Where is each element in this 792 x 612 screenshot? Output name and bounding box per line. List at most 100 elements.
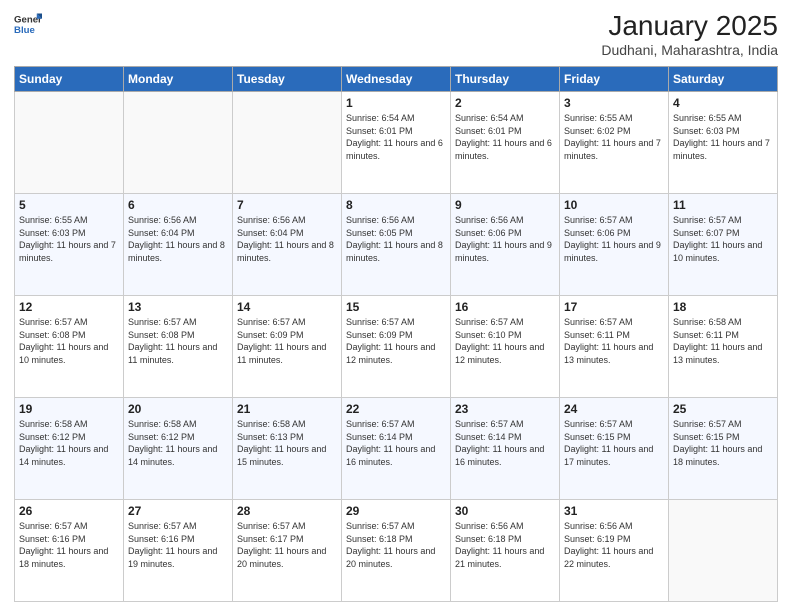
day-info: Sunrise: 6:54 AM Sunset: 6:01 PM Dayligh… [346, 112, 446, 162]
day-cell: 5 Sunrise: 6:55 AM Sunset: 6:03 PM Daylig… [15, 194, 124, 296]
day-number: 17 [564, 300, 664, 314]
day-cell: 21 Sunrise: 6:58 AM Sunset: 6:13 PM Dayli… [233, 398, 342, 500]
day-number: 3 [564, 96, 664, 110]
day-info: Sunrise: 6:57 AM Sunset: 6:16 PM Dayligh… [19, 520, 119, 570]
day-cell: 4 Sunrise: 6:55 AM Sunset: 6:03 PM Daylig… [669, 92, 778, 194]
header: General Blue January 2025 Dudhani, Mahar… [14, 10, 778, 58]
day-header-wednesday: Wednesday [342, 67, 451, 92]
day-number: 21 [237, 402, 337, 416]
day-info: Sunrise: 6:57 AM Sunset: 6:14 PM Dayligh… [346, 418, 446, 468]
week-row-1: 5 Sunrise: 6:55 AM Sunset: 6:03 PM Daylig… [15, 194, 778, 296]
header-row: SundayMondayTuesdayWednesdayThursdayFrid… [15, 67, 778, 92]
day-cell: 25 Sunrise: 6:57 AM Sunset: 6:15 PM Dayli… [669, 398, 778, 500]
day-number: 19 [19, 402, 119, 416]
calendar-subtitle: Dudhani, Maharashtra, India [601, 42, 778, 58]
day-info: Sunrise: 6:57 AM Sunset: 6:07 PM Dayligh… [673, 214, 773, 264]
day-number: 8 [346, 198, 446, 212]
day-info: Sunrise: 6:57 AM Sunset: 6:10 PM Dayligh… [455, 316, 555, 366]
day-cell: 9Sunrise: 6:56 AM Sunset: 6:06 PM Daylig… [451, 194, 560, 296]
day-info: Sunrise: 6:56 AM Sunset: 6:18 PM Dayligh… [455, 520, 555, 570]
day-number: 7 [237, 198, 337, 212]
day-number: 26 [19, 504, 119, 518]
day-number: 16 [455, 300, 555, 314]
day-cell: 29Sunrise: 6:57 AM Sunset: 6:18 PM Dayli… [342, 500, 451, 602]
day-number: 22 [346, 402, 446, 416]
calendar-table: SundayMondayTuesdayWednesdayThursdayFrid… [14, 66, 778, 602]
day-cell: 14 Sunrise: 6:57 AM Sunset: 6:09 PM Dayli… [233, 296, 342, 398]
day-cell: 18 Sunrise: 6:58 AM Sunset: 6:11 PM Dayli… [669, 296, 778, 398]
day-number: 24 [564, 402, 664, 416]
day-info: Sunrise: 6:55 AM Sunset: 6:03 PM Dayligh… [673, 112, 773, 162]
day-info: Sunrise: 6:57 AM Sunset: 6:08 PM Dayligh… [128, 316, 228, 366]
day-cell [15, 92, 124, 194]
day-number: 18 [673, 300, 773, 314]
day-info: Sunrise: 6:56 AM Sunset: 6:06 PM Dayligh… [455, 214, 555, 264]
day-info: Sunrise: 6:55 AM Sunset: 6:03 PM Dayligh… [19, 214, 119, 264]
day-number: 11 [673, 198, 773, 212]
day-number: 29 [346, 504, 446, 518]
day-cell [233, 92, 342, 194]
day-cell: 11 Sunrise: 6:57 AM Sunset: 6:07 PM Dayli… [669, 194, 778, 296]
day-info: Sunrise: 6:56 AM Sunset: 6:04 PM Dayligh… [128, 214, 228, 264]
day-cell: 8 Sunrise: 6:56 AM Sunset: 6:05 PM Daylig… [342, 194, 451, 296]
day-header-friday: Friday [560, 67, 669, 92]
day-info: Sunrise: 6:56 AM Sunset: 6:05 PM Dayligh… [346, 214, 446, 264]
day-info: Sunrise: 6:55 AM Sunset: 6:02 PM Dayligh… [564, 112, 664, 162]
day-header-sunday: Sunday [15, 67, 124, 92]
day-cell: 20 Sunrise: 6:58 AM Sunset: 6:12 PM Dayli… [124, 398, 233, 500]
day-info: Sunrise: 6:57 AM Sunset: 6:14 PM Dayligh… [455, 418, 555, 468]
day-info: Sunrise: 6:58 AM Sunset: 6:12 PM Dayligh… [128, 418, 228, 468]
day-number: 10 [564, 198, 664, 212]
day-cell: 30Sunrise: 6:56 AM Sunset: 6:18 PM Dayli… [451, 500, 560, 602]
title-block: January 2025 Dudhani, Maharashtra, India [601, 10, 778, 58]
day-number: 31 [564, 504, 664, 518]
day-number: 20 [128, 402, 228, 416]
svg-text:Blue: Blue [14, 25, 35, 36]
day-info: Sunrise: 6:57 AM Sunset: 6:15 PM Dayligh… [564, 418, 664, 468]
day-number: 27 [128, 504, 228, 518]
week-row-2: 12 Sunrise: 6:57 AM Sunset: 6:08 PM Dayli… [15, 296, 778, 398]
day-info: Sunrise: 6:56 AM Sunset: 6:04 PM Dayligh… [237, 214, 337, 264]
day-cell: 23Sunrise: 6:57 AM Sunset: 6:14 PM Dayli… [451, 398, 560, 500]
week-row-4: 26 Sunrise: 6:57 AM Sunset: 6:16 PM Dayli… [15, 500, 778, 602]
day-number: 6 [128, 198, 228, 212]
day-info: Sunrise: 6:57 AM Sunset: 6:15 PM Dayligh… [673, 418, 773, 468]
day-info: Sunrise: 6:56 AM Sunset: 6:19 PM Dayligh… [564, 520, 664, 570]
day-header-saturday: Saturday [669, 67, 778, 92]
day-info: Sunrise: 6:54 AM Sunset: 6:01 PM Dayligh… [455, 112, 555, 162]
page: General Blue January 2025 Dudhani, Mahar… [0, 0, 792, 612]
day-cell: 2 Sunrise: 6:54 AM Sunset: 6:01 PM Daylig… [451, 92, 560, 194]
day-info: Sunrise: 6:57 AM Sunset: 6:09 PM Dayligh… [237, 316, 337, 366]
day-info: Sunrise: 6:57 AM Sunset: 6:16 PM Dayligh… [128, 520, 228, 570]
day-number: 14 [237, 300, 337, 314]
day-number: 12 [19, 300, 119, 314]
day-cell: 17Sunrise: 6:57 AM Sunset: 6:11 PM Dayli… [560, 296, 669, 398]
day-cell: 3 Sunrise: 6:55 AM Sunset: 6:02 PM Daylig… [560, 92, 669, 194]
day-cell: 12 Sunrise: 6:57 AM Sunset: 6:08 PM Dayli… [15, 296, 124, 398]
day-cell: 10 Sunrise: 6:57 AM Sunset: 6:06 PM Dayli… [560, 194, 669, 296]
day-number: 1 [346, 96, 446, 110]
day-info: Sunrise: 6:57 AM Sunset: 6:06 PM Dayligh… [564, 214, 664, 264]
day-cell: 24 Sunrise: 6:57 AM Sunset: 6:15 PM Dayli… [560, 398, 669, 500]
day-cell: 6 Sunrise: 6:56 AM Sunset: 6:04 PM Daylig… [124, 194, 233, 296]
day-number: 25 [673, 402, 773, 416]
day-number: 4 [673, 96, 773, 110]
day-number: 28 [237, 504, 337, 518]
day-cell [669, 500, 778, 602]
day-number: 2 [455, 96, 555, 110]
day-cell: 19Sunrise: 6:58 AM Sunset: 6:12 PM Dayli… [15, 398, 124, 500]
day-cell: 26 Sunrise: 6:57 AM Sunset: 6:16 PM Dayli… [15, 500, 124, 602]
day-number: 5 [19, 198, 119, 212]
logo: General Blue [14, 10, 42, 38]
day-cell [124, 92, 233, 194]
day-cell: 31 Sunrise: 6:56 AM Sunset: 6:19 PM Dayli… [560, 500, 669, 602]
day-info: Sunrise: 6:57 AM Sunset: 6:09 PM Dayligh… [346, 316, 446, 366]
logo-icon: General Blue [14, 10, 42, 38]
week-row-3: 19 Sunrise: 6:58 AM Sunset: 6:12 PM Dayli… [15, 398, 778, 500]
day-cell: 1 Sunrise: 6:54 AM Sunset: 6:01 PM Daylig… [342, 92, 451, 194]
day-cell: 7 Sunrise: 6:56 AM Sunset: 6:04 PM Daylig… [233, 194, 342, 296]
day-number: 15 [346, 300, 446, 314]
day-info: Sunrise: 6:58 AM Sunset: 6:11 PM Dayligh… [673, 316, 773, 366]
day-info: Sunrise: 6:57 AM Sunset: 6:08 PM Dayligh… [19, 316, 119, 366]
day-info: Sunrise: 6:58 AM Sunset: 6:13 PM Dayligh… [237, 418, 337, 468]
